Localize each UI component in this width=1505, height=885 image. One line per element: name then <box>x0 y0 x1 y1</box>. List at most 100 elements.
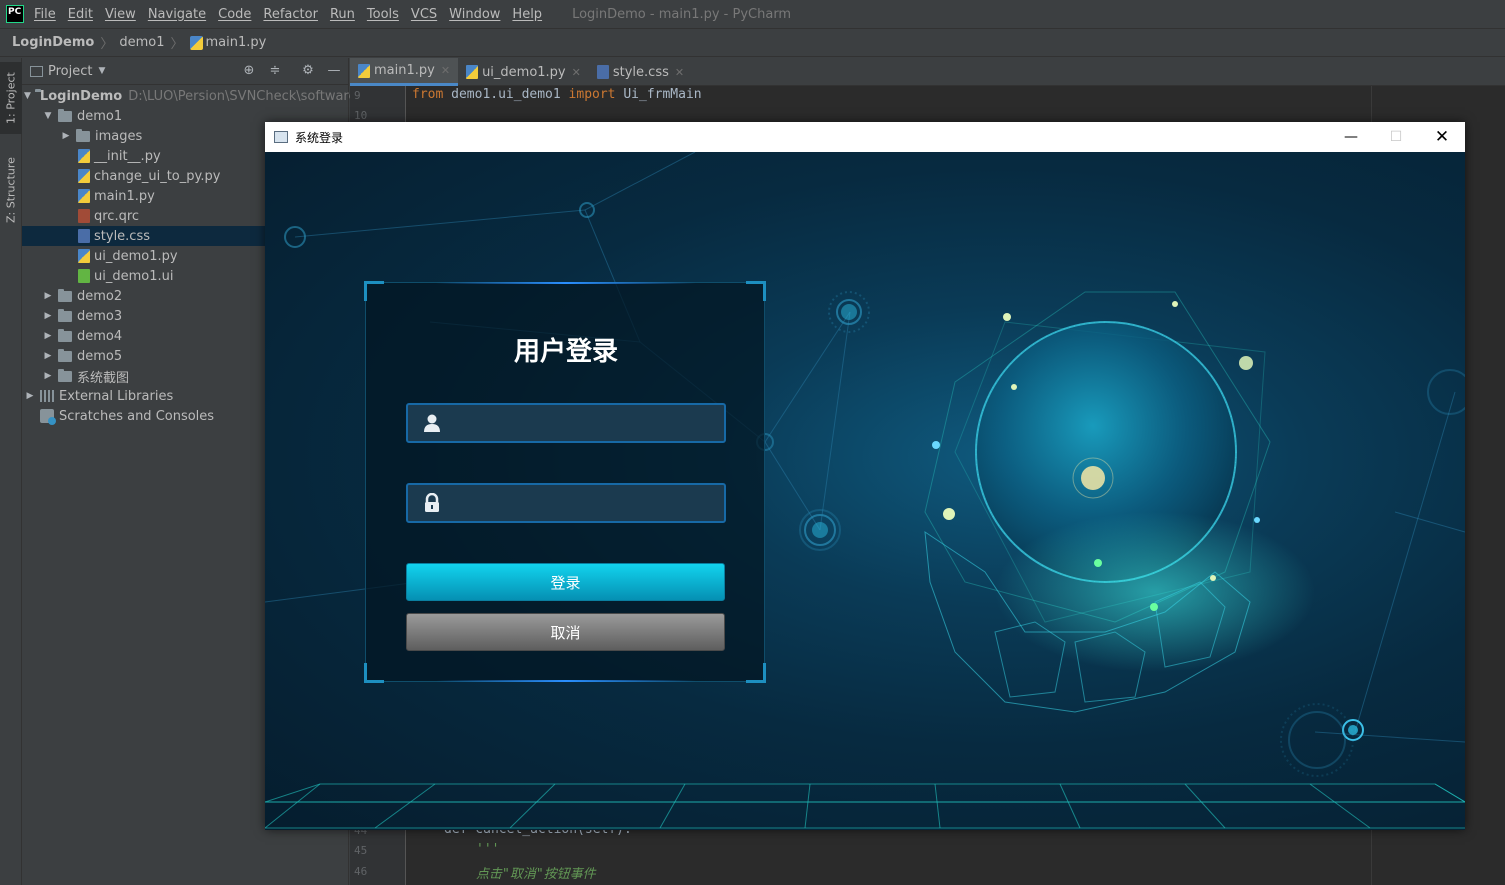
tree-item-label: change_ui_to_py.py <box>94 168 221 184</box>
minimize-button[interactable]: — <box>1328 122 1374 152</box>
tree-item-label: ui_demo1.ui <box>94 268 174 284</box>
tree-item-label: Scratches and Consoles <box>59 408 215 424</box>
menu-refactor[interactable]: Refactor <box>263 7 318 22</box>
library-icon <box>40 390 54 402</box>
tab-label: main1.py <box>374 63 435 78</box>
tree-item-label: main1.py <box>94 188 155 204</box>
menu-navigate[interactable]: Navigate <box>148 7 206 22</box>
breadcrumb-project[interactable]: LoginDemo <box>12 35 94 50</box>
menu-window[interactable]: Window <box>449 7 500 22</box>
collapse-arrow-icon[interactable]: ▶ <box>24 391 36 401</box>
tree-item-path: D:\LUO\Persion\SVNCheck\software <box>128 88 357 104</box>
tab-label: style.css <box>612 64 669 80</box>
folder-icon <box>58 348 72 362</box>
menu-vcs[interactable]: VCS <box>411 7 437 22</box>
collapse-arrow-icon[interactable]: ▶ <box>42 351 54 361</box>
code-line-import: from demo1.ui_demo1 import Ui_frmMain <box>412 87 702 102</box>
folder-icon <box>58 368 72 382</box>
tab-ui-demo1-py[interactable]: ui_demo1.py ✕ <box>458 58 589 86</box>
floor-grid <box>265 783 1465 829</box>
qrc-file-icon <box>78 209 90 223</box>
globe-illustration <box>924 291 1315 713</box>
breadcrumb-separator: 〉 <box>100 37 114 52</box>
collapse-arrow-icon[interactable]: ▶ <box>42 291 54 301</box>
menu-run[interactable]: Run <box>330 7 355 22</box>
scratches-icon <box>40 409 56 425</box>
breadcrumb-file[interactable]: main1.py <box>206 35 267 50</box>
folder-icon <box>58 328 72 342</box>
login-button[interactable]: 登录 <box>406 563 725 601</box>
left-tool-strip: 1: Project Z: Structure <box>0 58 22 885</box>
gear-icon[interactable]: ⚙ <box>300 63 316 79</box>
dialog-titlebar[interactable]: 系统登录 — ☐ ✕ <box>265 122 1465 152</box>
tree-item-label: images <box>95 128 143 144</box>
menu-edit[interactable]: Edit <box>68 7 93 22</box>
tab-style-css[interactable]: style.css ✕ <box>589 58 692 86</box>
password-input[interactable] <box>406 483 726 523</box>
window-title: LoginDemo - main1.py - PyCharm <box>572 6 792 22</box>
user-icon <box>424 414 440 432</box>
locate-target-icon[interactable]: ⊕ <box>241 63 257 79</box>
tab-main1-py[interactable]: main1.py ✕ <box>350 58 459 86</box>
expand-arrow-icon[interactable]: ▼ <box>24 91 31 101</box>
css-file-icon <box>596 65 609 79</box>
pycharm-window: PC File Edit View Navigate Code Refactor… <box>0 0 1505 885</box>
project-view-icon <box>30 65 43 77</box>
login-dialog: 系统登录 — ☐ ✕ 用户登录 登录 取消 <box>265 122 1465 830</box>
panel-corner <box>746 663 766 683</box>
panel-corner <box>746 281 766 301</box>
breadcrumb: LoginDemo 〉 demo1 〉 main1.py <box>0 29 1505 57</box>
close-icon[interactable]: ✕ <box>441 64 450 77</box>
tree-item-label: demo4 <box>77 328 123 344</box>
menu-view[interactable]: View <box>105 7 136 22</box>
minimize-panel-icon[interactable]: — <box>326 63 342 79</box>
close-icon[interactable]: ✕ <box>572 66 581 79</box>
collapse-arrow-icon[interactable]: ▶ <box>42 311 54 321</box>
close-button[interactable]: ✕ <box>1419 122 1465 152</box>
menu-help[interactable]: Help <box>512 7 542 22</box>
maximize-button: ☐ <box>1389 129 1403 145</box>
module-name: demo1.ui_demo1 <box>443 87 569 102</box>
tree-item-label: ui_demo1.py <box>94 248 178 264</box>
panel-corner <box>364 663 384 683</box>
dialog-body: 用户登录 登录 取消 <box>265 152 1465 830</box>
tree-item-label: __init__.py <box>94 148 161 164</box>
breadcrumb-folder[interactable]: demo1 <box>119 35 164 50</box>
menu-file[interactable]: File <box>34 7 56 22</box>
tree-item-root[interactable]: ▼ LoginDemo D:\LUO\Persion\SVNCheck\soft… <box>22 86 357 106</box>
python-file-icon <box>78 189 90 203</box>
breadcrumb-separator: 〉 <box>170 37 184 52</box>
tree-item-label: demo3 <box>77 308 123 324</box>
pycharm-logo-icon: PC <box>6 5 24 23</box>
expand-arrow-icon[interactable]: ▼ <box>42 111 54 121</box>
login-panel: 用户登录 登录 取消 <box>364 281 766 683</box>
lock-icon <box>425 493 439 512</box>
username-input[interactable] <box>406 403 726 443</box>
structure-tool-tab[interactable]: Z: Structure <box>0 150 22 230</box>
window-icon <box>274 131 288 143</box>
line-number: 10 <box>354 109 368 122</box>
python-file-icon <box>78 169 90 183</box>
menu-code[interactable]: Code <box>218 7 251 22</box>
project-panel-title[interactable]: Project <box>48 64 92 79</box>
close-icon[interactable]: ✕ <box>675 66 684 79</box>
line-number: 46 <box>354 865 368 878</box>
collapse-arrow-icon[interactable]: ▶ <box>60 131 72 141</box>
line-number: 9 <box>354 89 361 102</box>
collapse-all-icon[interactable]: ≑ <box>267 63 283 79</box>
collapse-arrow-icon[interactable]: ▶ <box>42 331 54 341</box>
tree-item-label: qrc.qrc <box>94 208 140 224</box>
ui-file-icon <box>78 269 90 283</box>
keyword: from <box>412 87 444 102</box>
class-name: Ui_frmMain <box>615 87 702 102</box>
collapse-arrow-icon[interactable]: ▶ <box>42 371 54 381</box>
cancel-button[interactable]: 取消 <box>406 613 725 651</box>
menu-bar: PC File Edit View Navigate Code Refactor… <box>0 0 1505 29</box>
project-tool-tab[interactable]: 1: Project <box>0 62 22 134</box>
folder-icon <box>58 288 72 302</box>
chevron-down-icon[interactable]: ▼ <box>98 66 105 76</box>
menu-tools[interactable]: Tools <box>367 7 399 22</box>
tree-item-label: demo5 <box>77 348 123 364</box>
keyword: import <box>568 87 616 102</box>
folder-icon <box>76 128 90 142</box>
